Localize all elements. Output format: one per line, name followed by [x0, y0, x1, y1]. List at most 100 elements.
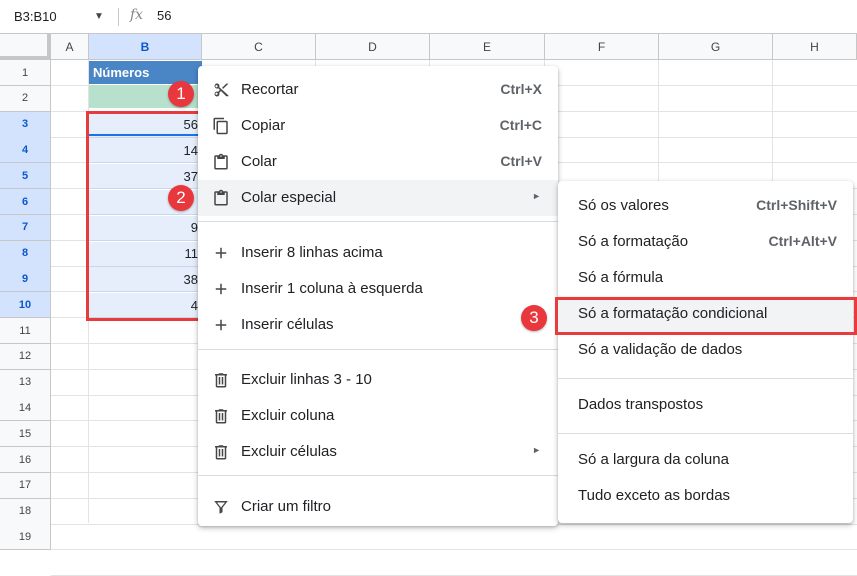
filter-icon	[212, 498, 230, 516]
name-box[interactable]: B3:B10 ▼	[0, 0, 112, 33]
menu-item-label: Inserir 8 linhas acima	[241, 244, 383, 261]
submenu-item-so-a-formula[interactable]: Só a fórmula	[558, 260, 853, 296]
menu-item-criar-um-filtro[interactable]: Criar um filtro	[198, 489, 558, 525]
row-header-13[interactable]: 13	[0, 369, 51, 396]
column-header-h[interactable]: H	[773, 34, 857, 60]
submenu-item-dados-transpostos[interactable]: Dados transpostos	[558, 387, 853, 423]
menu-item-label: Copiar	[241, 117, 286, 134]
menu-item-inserir-8-linhas-acima[interactable]: Inserir 8 linhas acima	[198, 235, 558, 271]
row-header-18[interactable]: 18	[0, 498, 51, 525]
step-badge-1: 1	[168, 81, 194, 107]
menu-item-label: Dados transpostos	[578, 396, 704, 413]
menu-item-colar[interactable]: Colar Ctrl+V	[198, 144, 558, 180]
column-header-c[interactable]: C	[202, 34, 316, 60]
menu-item-recortar[interactable]: Recortar Ctrl+X	[198, 72, 558, 108]
row-header-12[interactable]: 12	[0, 343, 51, 370]
paste-special-submenu: Só os valores Ctrl+Shift+V Só a formatação…	[558, 181, 853, 523]
menu-item-label: Só a fórmula	[578, 269, 664, 286]
name-box-value: B3:B10	[14, 9, 57, 24]
row-header-11[interactable]: 11	[0, 318, 51, 344]
shortcut-label: Ctrl+V	[500, 153, 542, 169]
clipboard-icon	[212, 153, 230, 171]
menu-item-label: Excluir células	[241, 443, 337, 460]
menu-item-label: Colar especial	[241, 189, 337, 206]
submenu-item-so-a-largura-da-coluna[interactable]: Só a largura da coluna	[558, 442, 853, 478]
menu-item-copiar[interactable]: Copiar Ctrl+C	[198, 108, 558, 144]
row-header-14[interactable]: 14	[0, 395, 51, 422]
menu-item-label: Só a validação de dados	[578, 341, 743, 358]
menu-item-colar-especial[interactable]: Colar especial ►	[198, 180, 558, 216]
scissors-icon	[212, 81, 230, 99]
selection-highlight-box	[86, 111, 203, 321]
step-badge-3: 3	[521, 305, 547, 331]
row-header-5[interactable]: 5	[0, 163, 51, 190]
row-header-19[interactable]: 19	[0, 524, 51, 551]
context-menu: Recortar Ctrl+X Copiar Ctrl+C Colar Ctrl+V Col…	[198, 66, 558, 526]
menu-separator	[558, 433, 853, 434]
plus-icon	[212, 316, 230, 334]
menu-item-label: Excluir coluna	[241, 407, 335, 424]
shortcut-label: Ctrl+C	[499, 117, 542, 133]
shortcut-label: Ctrl+X	[500, 81, 542, 97]
column-header-b[interactable]: B	[89, 34, 202, 60]
row-header-1[interactable]: 1	[0, 60, 51, 86]
trash-icon	[212, 443, 230, 461]
column-header-g[interactable]: G	[659, 34, 773, 60]
menu-item-label: Colar	[241, 153, 277, 170]
menu-item-label: Só a formatação	[578, 233, 689, 250]
menu-item-label: Recortar	[241, 81, 299, 98]
submenu-arrow-icon: ►	[532, 191, 541, 201]
cell-b1[interactable]: Números	[89, 61, 202, 84]
column-header-f[interactable]: F	[545, 34, 659, 60]
menu-separator	[198, 475, 558, 476]
trash-icon	[212, 407, 230, 425]
menu-item-excluir-celulas[interactable]: Excluir células ►	[198, 434, 558, 470]
menu-item-label: Só os valores	[578, 197, 669, 214]
plus-icon	[212, 280, 230, 298]
chevron-down-icon[interactable]: ▼	[94, 11, 104, 22]
menu-separator	[198, 349, 558, 350]
submenu-item-so-os-valores[interactable]: Só os valores Ctrl+Shift+V	[558, 188, 853, 224]
divider	[118, 8, 119, 26]
menu-separator	[198, 221, 558, 222]
menu-separator	[558, 378, 853, 379]
column-header-a[interactable]: A	[51, 34, 89, 60]
row-header-10[interactable]: 10	[0, 292, 51, 319]
menu-item-label: Tudo exceto as bordas	[578, 487, 731, 504]
column-header-d[interactable]: D	[316, 34, 430, 60]
submenu-item-tudo-exceto-as-bordas[interactable]: Tudo exceto as bordas	[558, 478, 853, 514]
menu-item-label: Inserir células	[241, 316, 334, 333]
clipboard-icon	[212, 189, 230, 207]
trash-icon	[212, 371, 230, 389]
row-header-16[interactable]: 16	[0, 447, 51, 473]
menu-item-excluir-coluna[interactable]: Excluir coluna	[198, 398, 558, 434]
menu-item-label: Criar um filtro	[241, 498, 332, 515]
menu-item-inserir-celulas[interactable]: Inserir células	[198, 307, 558, 343]
shortcut-label: Ctrl+Shift+V	[756, 197, 837, 213]
conditional-format-highlight-box	[555, 297, 857, 335]
menu-item-excluir-linhas-3-10[interactable]: Excluir linhas 3 - 10	[198, 362, 558, 398]
submenu-item-so-a-formatacao[interactable]: Só a formatação Ctrl+Alt+V	[558, 224, 853, 260]
step-badge-2: 2	[168, 185, 194, 211]
select-all-corner[interactable]	[0, 34, 51, 60]
submenu-item-so-a-validacao-de-dados[interactable]: Só a validação de dados	[558, 332, 853, 368]
column-header-e[interactable]: E	[430, 34, 545, 60]
shortcut-label: Ctrl+Alt+V	[768, 233, 837, 249]
row-header-8[interactable]: 8	[0, 240, 51, 267]
menu-item-label: Inserir 1 coluna à esquerda	[241, 280, 423, 297]
menu-item-inserir-1-coluna-a-esquerda[interactable]: Inserir 1 coluna à esquerda	[198, 271, 558, 307]
row-header-2[interactable]: 2	[0, 85, 51, 112]
menu-item-label: Só a largura da coluna	[578, 451, 729, 468]
row-header-17[interactable]: 17	[0, 472, 51, 499]
row-header-15[interactable]: 15	[0, 421, 51, 448]
formula-input[interactable]: 56	[157, 8, 171, 23]
row-header-9[interactable]: 9	[0, 266, 51, 293]
menu-item-label: Excluir linhas 3 - 10	[241, 371, 372, 388]
gridline	[51, 549, 857, 551]
row-header-7[interactable]: 7	[0, 214, 51, 241]
row-header-6[interactable]: 6	[0, 189, 51, 215]
plus-icon	[212, 244, 230, 262]
row-header-3[interactable]: 3	[0, 111, 51, 138]
row-header-4[interactable]: 4	[0, 137, 51, 164]
fx-icon: fx	[130, 7, 144, 23]
